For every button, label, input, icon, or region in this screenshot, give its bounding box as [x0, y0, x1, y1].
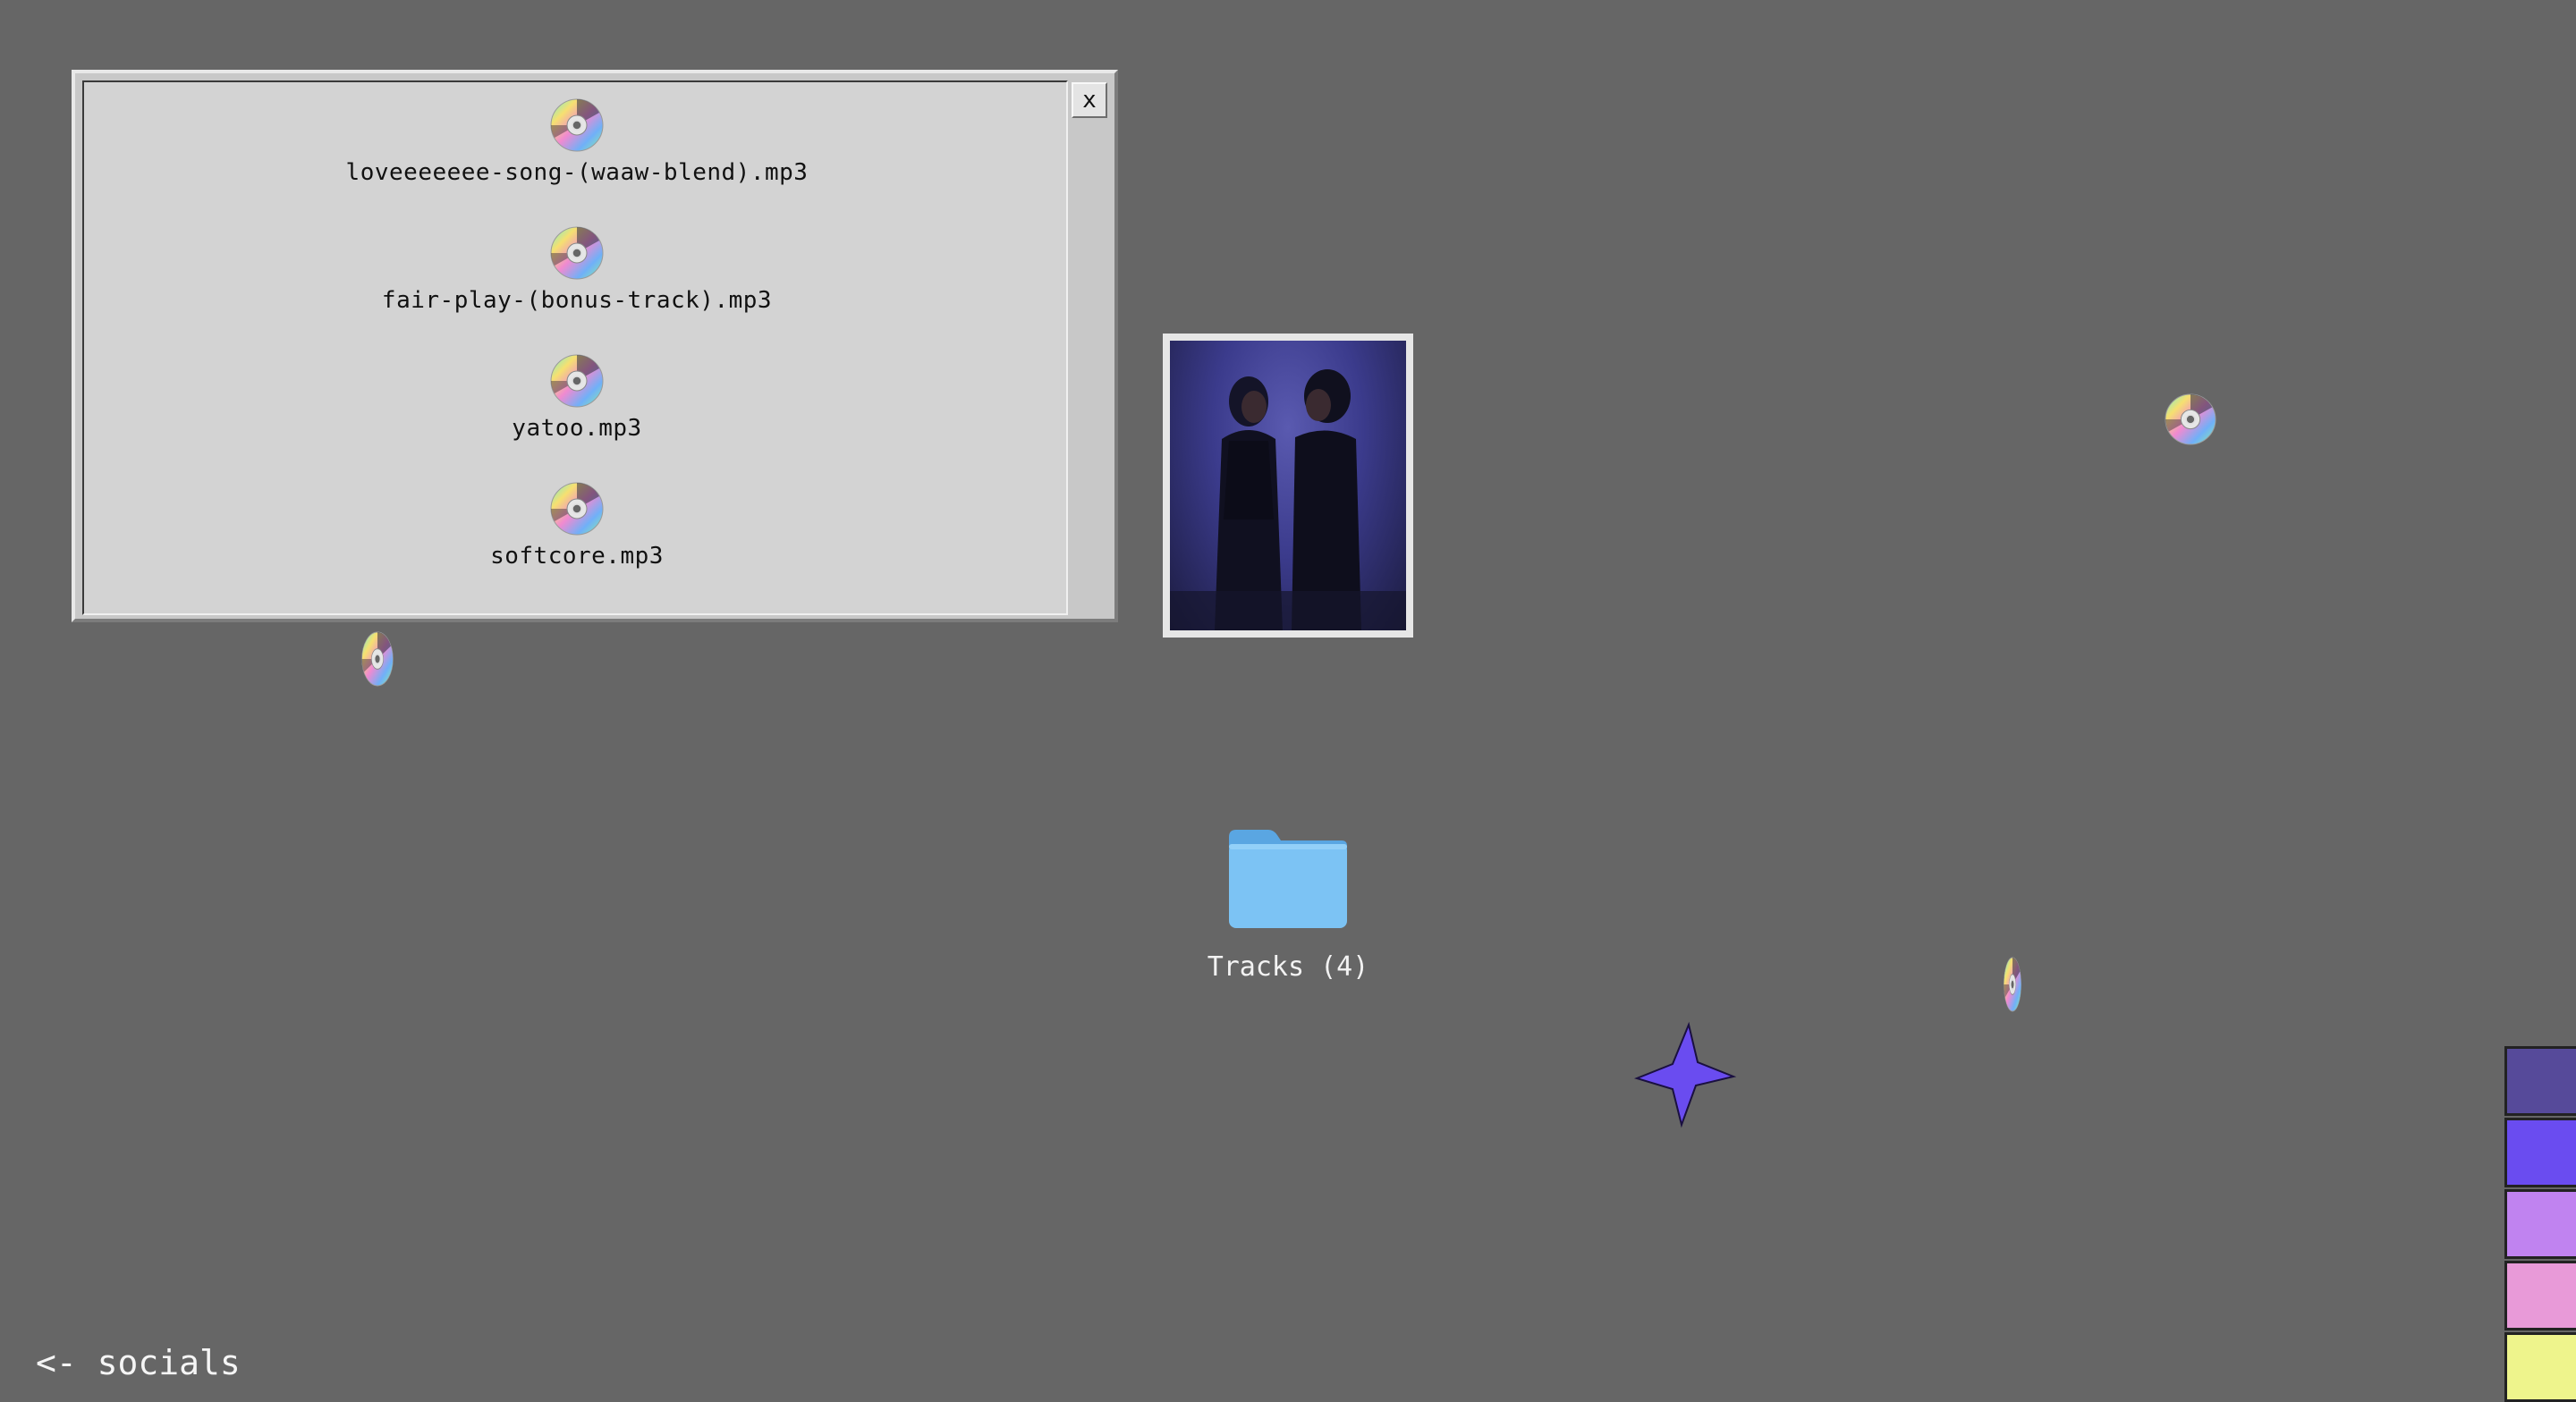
color-swatch[interactable] [2504, 1046, 2576, 1116]
socials-link[interactable]: <- socials [36, 1343, 241, 1382]
color-swatch[interactable] [2504, 1261, 2576, 1330]
star-icon[interactable] [1633, 1021, 1737, 1128]
cd-icon [550, 226, 604, 280]
track-filename: loveeeeeee-song-(waaw-blend).mp3 [345, 159, 809, 186]
folder-label[interactable]: Tracks (4) [1154, 951, 1422, 983]
photo[interactable] [1163, 334, 1413, 638]
close-button[interactable]: x [1072, 82, 1107, 118]
cd-icon [550, 98, 604, 152]
photo-image [1170, 341, 1406, 630]
folder-icon[interactable] [1225, 824, 1351, 932]
cd-icon[interactable] [2004, 957, 2021, 1012]
cd-icon [550, 482, 604, 536]
track-filename: yatoo.mp3 [512, 415, 642, 442]
track-item[interactable]: yatoo.mp3 [84, 354, 1070, 442]
color-swatch[interactable] [2504, 1189, 2576, 1259]
track-item[interactable]: loveeeeeee-song-(waaw-blend).mp3 [84, 98, 1070, 186]
cd-icon[interactable] [2165, 393, 2216, 445]
track-filename: softcore.mp3 [490, 543, 664, 570]
track-item[interactable]: fair-play-(bonus-track).mp3 [84, 226, 1070, 314]
cd-icon[interactable] [361, 631, 394, 687]
tracks-window-pane: loveeeeeee-song-(waaw-blend).mp3 fair-pl… [82, 80, 1068, 615]
cd-icon [550, 354, 604, 408]
track-item[interactable]: softcore.mp3 [84, 482, 1070, 570]
color-swatch[interactable] [2504, 1118, 2576, 1187]
color-swatch[interactable] [2504, 1332, 2576, 1402]
track-filename: fair-play-(bonus-track).mp3 [381, 287, 773, 314]
tracks-window: loveeeeeee-song-(waaw-blend).mp3 fair-pl… [72, 70, 1118, 622]
